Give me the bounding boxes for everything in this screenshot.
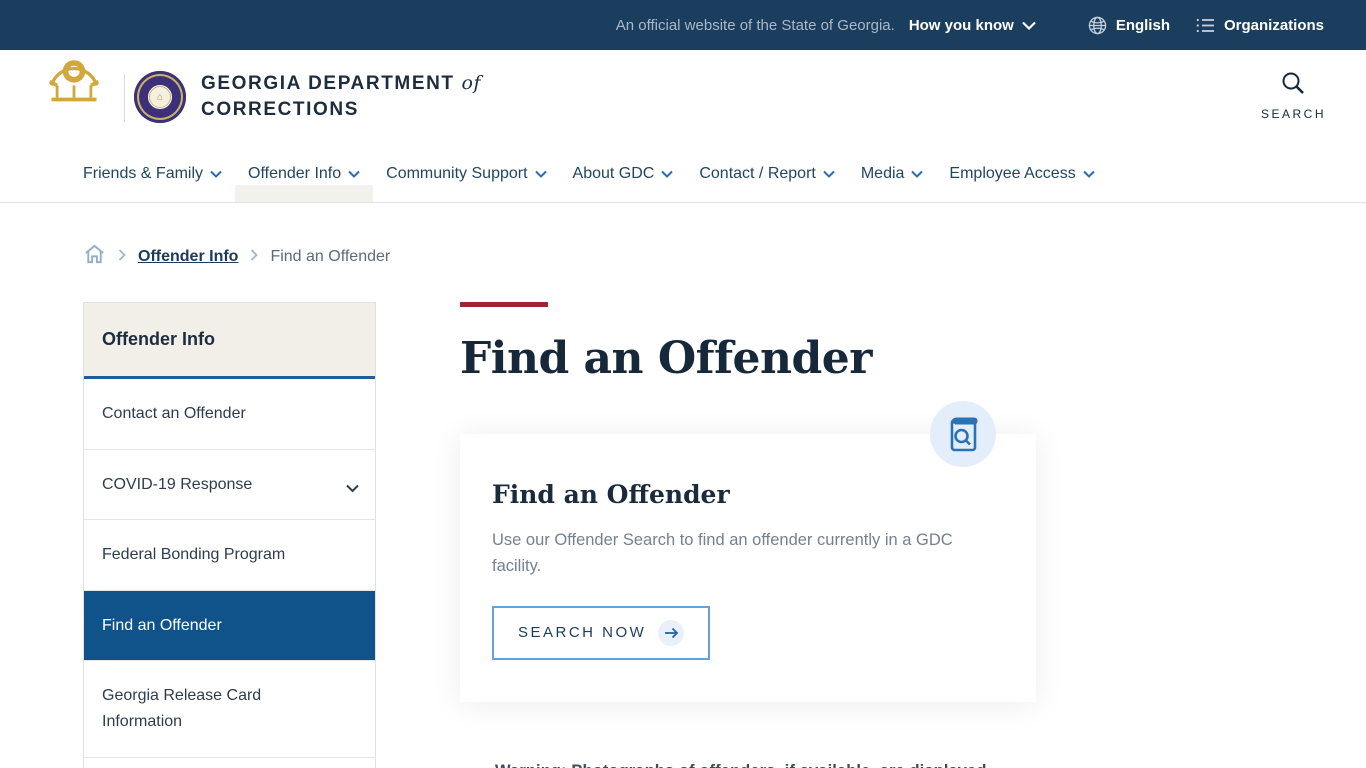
header-search-button[interactable]: SEARCH <box>1261 70 1326 121</box>
sidebar-title: Offender Info <box>84 303 375 379</box>
chevron-down-icon <box>1022 21 1036 30</box>
language-selector[interactable]: English <box>1088 16 1170 35</box>
breadcrumb: Offender Info Find an Offender <box>83 243 390 270</box>
nav-label: Contact / Report <box>699 164 816 182</box>
chevron-down-icon <box>823 165 835 183</box>
sidebar-item-incarcerated-veterans[interactable]: Incarcerated Veterans <box>84 758 375 768</box>
arrow-right-icon <box>658 619 685 646</box>
sidebar-item-label: Contact an Offender <box>102 405 246 422</box>
search-now-button[interactable]: SEARCH NOW <box>492 605 711 660</box>
nav-label: Employee Access <box>949 164 1076 182</box>
nav-label: About GDC <box>572 164 655 182</box>
nav-label: Media <box>860 164 905 182</box>
breadcrumb-separator-icon <box>250 248 259 266</box>
search-now-label: SEARCH NOW <box>518 624 647 642</box>
warning-list-item: Warning: Photographs of offenders, if av… <box>460 762 1120 768</box>
seal-center: ⌂ <box>149 86 171 108</box>
how-you-know-button[interactable]: How you know <box>909 17 1036 34</box>
card-body-text: Use our Offender Search to find an offen… <box>492 531 953 576</box>
nav-item-offender-info[interactable]: Offender Info <box>235 145 374 202</box>
nav-item-about-gdc[interactable]: About GDC <box>560 145 687 202</box>
header-divider <box>124 74 125 122</box>
sidebar-item-label: Georgia Release Card Information <box>102 687 262 730</box>
language-label: English <box>1115 16 1170 34</box>
nav-label: Community Support <box>386 164 528 182</box>
chevron-down-icon <box>210 165 222 183</box>
organizations-label: Organizations <box>1223 16 1324 34</box>
nav-item-community-support[interactable]: Community Support <box>373 145 559 202</box>
breadcrumb-separator-icon <box>118 248 126 266</box>
nav-item-employee-access[interactable]: Employee Access <box>936 145 1107 202</box>
sidebar-item-find-an-offender[interactable]: Find an Offender <box>84 590 375 662</box>
site-header: ⌂ GEORGIA DEPARTMENT of CORRECTIONS SEAR… <box>0 30 1366 145</box>
chevron-down-icon <box>348 165 360 183</box>
chevron-down-icon <box>911 165 924 183</box>
sidebar-item-label: COVID-19 Response <box>102 475 253 493</box>
sidebar-item-contact-an-offender[interactable]: Contact an Offender <box>84 379 375 450</box>
chevron-down-icon <box>661 165 674 183</box>
nav-item-friends-family[interactable]: Friends & Family <box>70 145 235 202</box>
sidebar-item-georgia-release-card[interactable]: Georgia Release Card Information <box>84 661 375 758</box>
search-icon <box>1280 72 1306 100</box>
government-topbar: An official website of the State of Geor… <box>0 0 1366 50</box>
nav-item-media[interactable]: Media <box>848 145 937 202</box>
search-label: SEARCH <box>1260 107 1326 121</box>
chevron-down-icon <box>534 165 547 183</box>
official-website-text: An official website of the State of Geor… <box>615 16 895 34</box>
title-accent-bar <box>460 302 548 307</box>
chevron-down-icon[interactable] <box>346 476 359 502</box>
how-you-know-label: How you know <box>908 16 1014 34</box>
nav-label: Offender Info <box>248 164 342 182</box>
main-content: Find an Offender Find an Offender Use ou… <box>460 302 1120 768</box>
chevron-down-icon <box>1082 165 1095 183</box>
brand-line1: GEORGIA DEPARTMENT <box>201 73 455 94</box>
organizations-button[interactable]: Organizations <box>1196 17 1324 34</box>
sidebar-item-label: Federal Bonding Program <box>102 546 286 564</box>
breadcrumb-current: Find an Offender <box>270 247 391 265</box>
warning-text: Warning: Photographs of offenders, if av… <box>495 762 987 768</box>
document-search-icon <box>930 401 996 467</box>
site-brand[interactable]: GEORGIA DEPARTMENT of CORRECTIONS <box>201 72 481 121</box>
nav-label: Friends & Family <box>83 164 204 182</box>
globe-icon <box>1088 16 1107 35</box>
page-title: Find an Offender <box>460 333 872 384</box>
nav-item-contact-report[interactable]: Contact / Report <box>686 145 848 202</box>
find-offender-card: Find an Offender Use our Offender Search… <box>460 401 1036 702</box>
gdc-department-seal: ⌂ <box>134 71 186 123</box>
breadcrumb-link-offender-info[interactable]: Offender Info <box>138 248 238 266</box>
brand-line2: CORRECTIONS <box>201 99 359 120</box>
sidebar-item-covid-19-response[interactable]: COVID-19 Response <box>84 450 375 521</box>
sidebar-offender-info: Offender Info Contact an Offender COVID-… <box>83 302 376 768</box>
card-heading: Find an Offender <box>492 480 730 509</box>
home-icon[interactable] <box>83 243 106 270</box>
sidebar-item-label: Find an Offender <box>102 616 222 634</box>
main-navigation: Friends & Family Offender Info Community… <box>0 145 1366 203</box>
list-icon <box>1196 18 1215 33</box>
brand-of: of <box>461 72 482 94</box>
sidebar-item-federal-bonding-program[interactable]: Federal Bonding Program <box>84 520 375 591</box>
